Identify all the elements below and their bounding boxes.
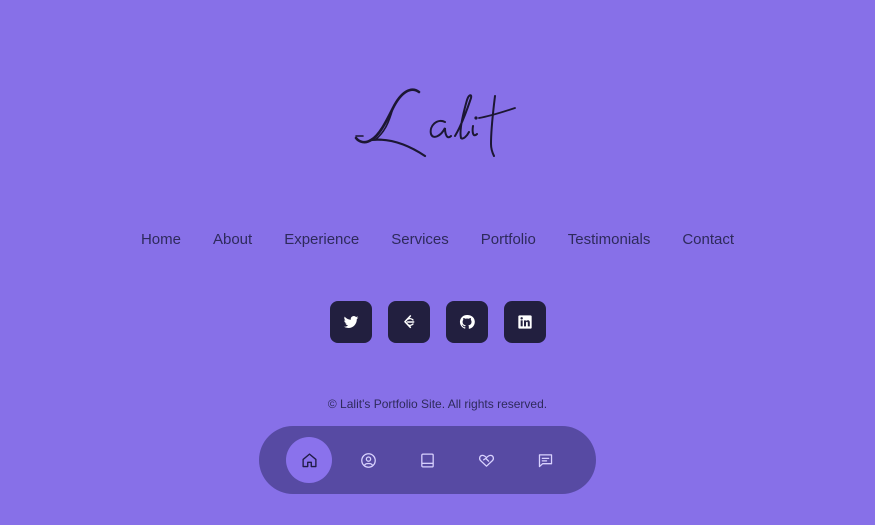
user-icon	[360, 452, 376, 468]
nav-link-portfolio[interactable]: Portfolio	[481, 230, 536, 250]
book-icon	[420, 452, 434, 468]
nav-link-testimonials[interactable]: Testimonials	[568, 230, 651, 250]
leetcode-button[interactable]	[387, 301, 430, 343]
dock-contact-button[interactable]	[522, 437, 568, 483]
logo[interactable]	[0, 78, 875, 162]
floating-dock	[259, 426, 596, 494]
dock-about-button[interactable]	[345, 437, 391, 483]
dock-experience-button[interactable]	[404, 437, 450, 483]
dock-home-button[interactable]	[286, 437, 332, 483]
handshake-icon	[478, 454, 494, 467]
copyright-text: © Lalit's Portfolio Site. All rights res…	[327, 397, 548, 411]
nav-link-contact[interactable]: Contact	[682, 230, 734, 250]
main-nav: Home About Experience Services Portfolio…	[0, 230, 875, 250]
logo-signature	[354, 88, 516, 158]
twitter-button[interactable]	[329, 301, 372, 343]
nav-link-services[interactable]: Services	[391, 230, 449, 250]
twitter-icon	[343, 316, 358, 329]
dock-services-button[interactable]	[463, 437, 509, 483]
linkedin-button[interactable]	[503, 301, 546, 343]
nav-link-about[interactable]: About	[213, 230, 252, 250]
nav-link-home[interactable]: Home	[141, 230, 181, 250]
nav-link-experience[interactable]: Experience	[284, 230, 359, 250]
linkedin-icon	[517, 315, 532, 329]
github-button[interactable]	[445, 301, 488, 343]
leetcode-icon	[403, 315, 414, 329]
home-icon	[301, 452, 317, 467]
github-icon	[459, 314, 475, 329]
social-links	[0, 301, 875, 343]
message-icon	[538, 453, 552, 467]
